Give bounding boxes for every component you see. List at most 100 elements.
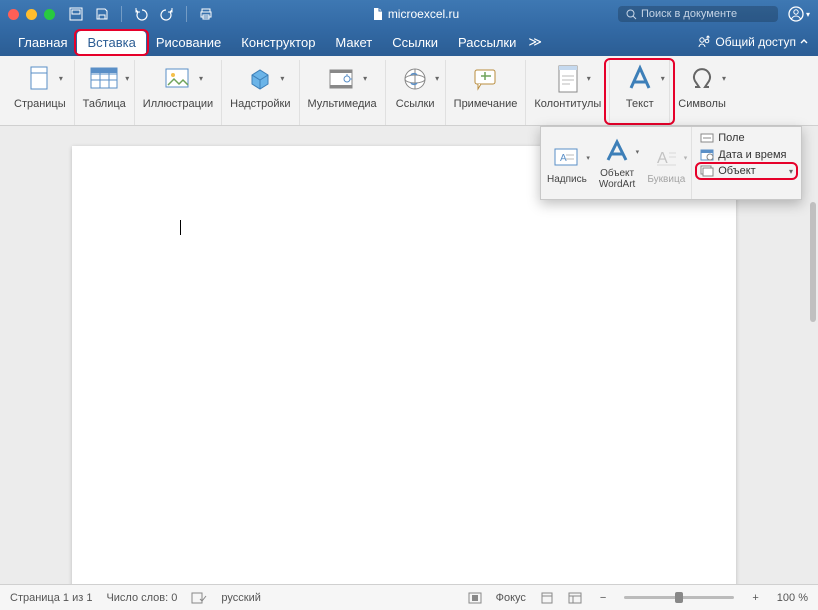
- popup-dropcap: A▾ Буквица: [641, 127, 691, 199]
- text-dropdown-panel: A▾ Надпись ▾ Объект WordArt A▾ Буквица П…: [540, 126, 802, 200]
- search-placeholder: Поиск в документе: [641, 8, 737, 20]
- popup-object-label: Объект: [718, 165, 755, 177]
- ribbon-pages[interactable]: ▾ Страницы: [6, 60, 75, 125]
- chevron-down-icon: ▾: [586, 154, 590, 162]
- ribbon-comment-label: Примечание: [454, 98, 518, 110]
- chevron-down-icon: ▾: [587, 74, 591, 83]
- popup-dropcap-label: Буквица: [647, 174, 685, 185]
- text-cursor: [180, 220, 181, 235]
- tab-design[interactable]: Конструктор: [231, 31, 325, 54]
- chevron-down-icon: ▾: [125, 74, 129, 83]
- status-focus-label[interactable]: Фокус: [496, 592, 526, 604]
- document-icon: [372, 7, 384, 21]
- print-icon[interactable]: [199, 7, 213, 21]
- popup-date-label: Дата и время: [718, 149, 786, 161]
- tab-home[interactable]: Главная: [8, 31, 77, 54]
- collapse-ribbon-icon[interactable]: [798, 36, 810, 48]
- popup-date-time[interactable]: Дата и время: [698, 147, 795, 162]
- search-input[interactable]: Поиск в документе: [618, 6, 778, 22]
- chevron-down-icon: ▾: [435, 74, 439, 83]
- ribbon-links-label: Ссылки: [396, 98, 435, 110]
- svg-text:A: A: [657, 150, 668, 167]
- tab-layout[interactable]: Макет: [325, 31, 382, 54]
- ribbon-text-label: Текст: [626, 98, 654, 110]
- status-spellcheck-icon[interactable]: [191, 591, 207, 605]
- zoom-out-button[interactable]: −: [596, 592, 610, 604]
- tab-draw[interactable]: Рисование: [146, 31, 231, 54]
- zoom-slider[interactable]: [624, 596, 734, 599]
- ribbon-header-footer[interactable]: ▾ Колонтитулы: [526, 60, 610, 125]
- vertical-scrollbar[interactable]: [810, 202, 816, 322]
- ribbon-comment[interactable]: Примечание: [446, 60, 527, 125]
- popup-wordart[interactable]: ▾ Объект WordArt: [593, 127, 642, 199]
- tabs-overflow-icon[interactable]: ≫: [528, 34, 542, 50]
- tab-insert[interactable]: Вставка: [77, 31, 145, 54]
- chevron-down-icon: ▾: [661, 74, 665, 83]
- popup-field[interactable]: Поле: [698, 131, 795, 145]
- ribbon-header-footer-label: Колонтитулы: [534, 98, 601, 110]
- ribbon-tabs: Главная Вставка Рисование Конструктор Ма…: [0, 28, 818, 56]
- ribbon-links[interactable]: ▾ Ссылки: [386, 60, 446, 125]
- chevron-down-icon: ▾: [363, 74, 367, 83]
- status-word-count[interactable]: Число слов: 0: [106, 592, 177, 604]
- zoom-slider-thumb[interactable]: [675, 592, 683, 603]
- ribbon-text[interactable]: ▾ Текст: [610, 60, 670, 125]
- popup-object[interactable]: Объект ▾: [698, 164, 795, 178]
- ribbon-symbols-label: Символы: [678, 98, 726, 110]
- undo-icon[interactable]: [134, 7, 148, 21]
- calendar-icon: [700, 148, 714, 161]
- text-popup-left: A▾ Надпись ▾ Объект WordArt A▾ Буквица: [541, 127, 692, 199]
- ribbon-illustrations[interactable]: ▾ Иллюстрации: [135, 60, 222, 125]
- quick-access-toolbar: [69, 6, 213, 22]
- text-popup-right: Поле Дата и время Объект ▾: [692, 127, 801, 199]
- ribbon-media[interactable]: ▾ Мультимедиа: [300, 60, 386, 125]
- status-bar: Страница 1 из 1 Число слов: 0 русский Фо…: [0, 584, 818, 610]
- chevron-down-icon: ▾: [789, 167, 793, 176]
- save-icon[interactable]: [95, 7, 109, 21]
- user-menu[interactable]: ▾: [788, 6, 810, 22]
- window-controls: [8, 9, 55, 20]
- ribbon-table[interactable]: ▾ Таблица: [75, 60, 135, 125]
- chevron-down-icon: ▾: [280, 74, 284, 83]
- zoom-level[interactable]: 100 %: [777, 592, 808, 604]
- ribbon-pages-label: Страницы: [14, 98, 66, 110]
- share-label: Общий доступ: [715, 35, 796, 49]
- tab-references[interactable]: Ссылки: [382, 31, 448, 54]
- document-page[interactable]: [72, 146, 736, 584]
- minimize-window-button[interactable]: [26, 9, 37, 20]
- ribbon-media-label: Мультимедиа: [308, 98, 377, 110]
- search-icon: [626, 9, 637, 20]
- share-icon: [697, 35, 711, 49]
- object-icon: [700, 165, 714, 177]
- tab-insert-label: Вставка: [87, 35, 135, 50]
- maximize-window-button[interactable]: [44, 9, 55, 20]
- ribbon-addins-label: Надстройки: [230, 98, 290, 110]
- field-icon: [700, 132, 714, 144]
- chevron-down-icon: ▾: [59, 74, 63, 83]
- ribbon-addins[interactable]: ▾ Надстройки: [222, 60, 299, 125]
- svg-text:A: A: [560, 153, 567, 164]
- status-focus-icon[interactable]: [468, 592, 482, 604]
- redo-icon[interactable]: [160, 7, 174, 21]
- view-print-layout-icon[interactable]: [540, 592, 554, 604]
- document-title: microexcel.ru: [213, 7, 618, 21]
- tab-mailings[interactable]: Рассылки: [448, 31, 526, 54]
- popup-textbox-label: Надпись: [547, 174, 587, 185]
- ribbon-illustrations-label: Иллюстрации: [143, 98, 213, 110]
- popup-wordart-label: Объект WordArt: [599, 168, 636, 190]
- view-web-layout-icon[interactable]: [568, 592, 582, 604]
- close-window-button[interactable]: [8, 9, 19, 20]
- popup-textbox[interactable]: A ▾ Надпись: [541, 127, 593, 199]
- status-page-info[interactable]: Страница 1 из 1: [10, 592, 92, 604]
- chevron-down-icon: ▾: [636, 148, 640, 156]
- autosave-icon[interactable]: [69, 7, 83, 21]
- ribbon-symbols[interactable]: ▾ Символы: [670, 60, 734, 125]
- doc-title-text: microexcel.ru: [388, 7, 459, 21]
- status-language[interactable]: русский: [221, 592, 260, 604]
- ribbon-table-label: Таблица: [83, 98, 126, 110]
- share-button[interactable]: Общий доступ: [697, 35, 796, 49]
- zoom-in-button[interactable]: +: [748, 592, 762, 604]
- popup-field-label: Поле: [718, 132, 744, 144]
- ribbon: ▾ Страницы ▾ Таблица ▾ Иллюстрации ▾ Над…: [0, 56, 818, 126]
- titlebar: microexcel.ru Поиск в документе ▾: [0, 0, 818, 28]
